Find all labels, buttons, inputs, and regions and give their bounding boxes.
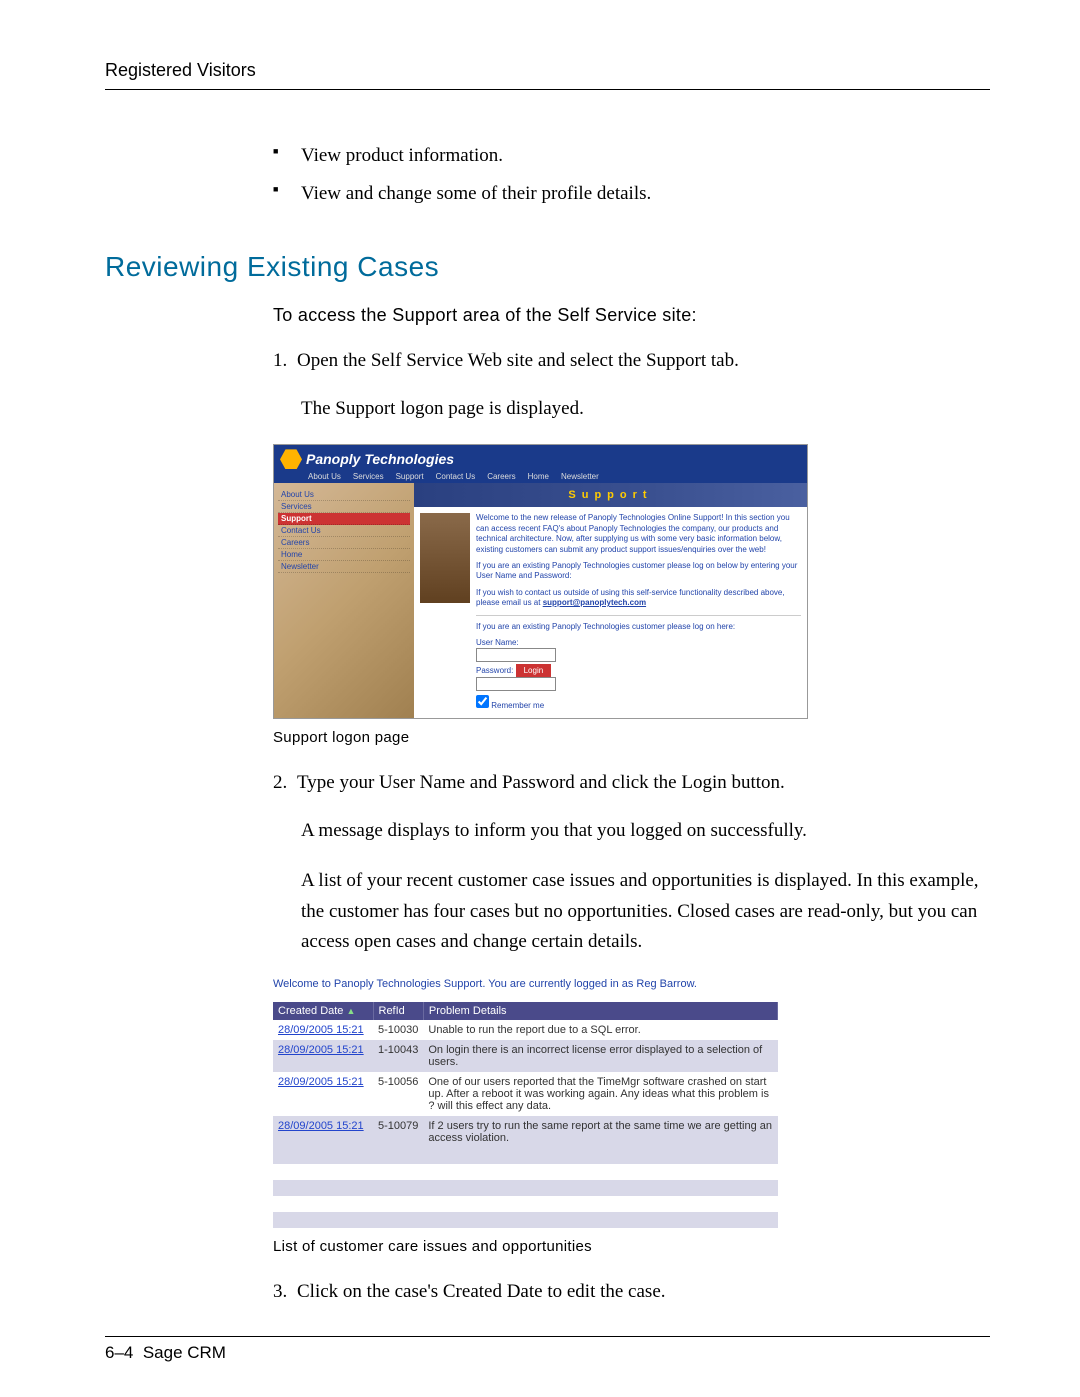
welcome-message: Welcome to Panoply Technologies Support.…: [273, 978, 778, 990]
table-row-empty: [273, 1164, 778, 1180]
step-2-sub1: A message displays to inform you that yo…: [301, 816, 980, 846]
case-date-link[interactable]: 28/09/2005 15:21: [278, 1076, 364, 1088]
page-header: Registered Visitors: [105, 60, 990, 81]
support-email-link[interactable]: support@panoplytech.com: [543, 598, 646, 607]
step-1-sub: The Support logon page is displayed.: [301, 394, 980, 424]
step-2: 2.Type your User Name and Password and c…: [273, 768, 980, 798]
table-row-empty: [273, 1180, 778, 1196]
sidebar: About Us Services Support Contact Us Car…: [274, 483, 414, 717]
step-text: Click on the case's Created Date to edit…: [297, 1281, 666, 1302]
step-number: 3.: [273, 1277, 297, 1307]
sidebar-item[interactable]: Contact Us: [278, 525, 410, 537]
top-nav: About Us Services Support Contact Us Car…: [308, 472, 801, 481]
section-title: Reviewing Existing Cases: [105, 251, 990, 283]
nav-item[interactable]: Contact Us: [436, 472, 476, 481]
contact-paragraph: If you wish to contact us outside of usi…: [476, 588, 801, 609]
case-problem: Unable to run the report due to a SQL er…: [423, 1020, 777, 1040]
support-banner: Support: [414, 483, 807, 507]
remember-label: Remember me: [491, 701, 544, 710]
login-here-text: If you are an existing Panoply Technolog…: [476, 622, 801, 632]
nav-item[interactable]: Home: [528, 472, 549, 481]
case-refid: 1-10043: [373, 1040, 423, 1072]
shot1-header: Panoply Technologies About Us Services S…: [274, 445, 807, 483]
page-footer: 6–4 Sage CRM: [105, 1343, 226, 1363]
welcome-paragraph: Welcome to the new release of Panoply Te…: [476, 513, 801, 555]
table-header-row: Created Date ▲ RefId Problem Details: [273, 1002, 778, 1020]
cases-table-screenshot: Welcome to Panoply Technologies Support.…: [273, 978, 778, 1228]
logo-icon: [280, 449, 302, 469]
nav-item[interactable]: About Us: [308, 472, 341, 481]
sidebar-item-support[interactable]: Support: [278, 513, 410, 525]
support-text: Welcome to the new release of Panoply Te…: [476, 513, 801, 711]
product-name: Sage CRM: [143, 1343, 226, 1362]
header-rule: [105, 89, 990, 90]
cases-table: Created Date ▲ RefId Problem Details 28/…: [273, 1002, 778, 1228]
password-label: Password:: [476, 666, 513, 675]
table-row-empty: [273, 1196, 778, 1212]
username-input[interactable]: [476, 648, 556, 662]
password-input[interactable]: [476, 677, 556, 691]
sidebar-item[interactable]: Services: [278, 501, 410, 513]
bullet-item: View and change some of their profile de…: [273, 178, 980, 210]
case-problem: One of our users reported that the TimeM…: [423, 1072, 777, 1116]
page-number: 6–4: [105, 1343, 133, 1362]
step-text: Open the Self Service Web site and selec…: [297, 350, 739, 371]
sort-arrow-icon: ▲: [347, 1006, 356, 1016]
case-refid: 5-10056: [373, 1072, 423, 1116]
step-number: 1.: [273, 346, 297, 376]
support-page-screenshot: Panoply Technologies About Us Services S…: [273, 444, 808, 718]
table-row: 28/09/2005 15:21 5-10056 One of our user…: [273, 1072, 778, 1116]
case-refid: 5-10030: [373, 1020, 423, 1040]
case-problem: On login there is an incorrect license e…: [423, 1040, 777, 1072]
step-text: Type your User Name and Password and cli…: [297, 772, 785, 793]
sidebar-item[interactable]: Home: [278, 549, 410, 561]
step-1: 1.Open the Self Service Web site and sel…: [273, 346, 980, 376]
shot1-main: Support Welcome to the new release of Pa…: [414, 483, 807, 717]
sidebar-item[interactable]: About Us: [278, 489, 410, 501]
caption-1: Support logon page: [273, 729, 980, 746]
login-form: User Name: Password: Login Remember me: [476, 638, 801, 712]
case-refid: 5-10079: [373, 1116, 423, 1148]
col-problem-details[interactable]: Problem Details: [423, 1002, 777, 1020]
table-row-empty: [273, 1148, 778, 1164]
bullet-item: View product information.: [273, 140, 980, 172]
main-content: View product information. View and chang…: [273, 140, 980, 211]
col-created-date[interactable]: Created Date ▲: [273, 1002, 373, 1020]
step-number: 2.: [273, 768, 297, 798]
case-date-link[interactable]: 28/09/2005 15:21: [278, 1120, 364, 1132]
company-name: Panoply Technologies: [306, 451, 454, 467]
table-row: 28/09/2005 15:21 5-10079 If 2 users try …: [273, 1116, 778, 1148]
case-date-link[interactable]: 28/09/2005 15:21: [278, 1024, 364, 1036]
username-label: User Name:: [476, 638, 519, 647]
sidebar-item[interactable]: Careers: [278, 537, 410, 549]
intro-text: To access the Support area of the Self S…: [273, 305, 980, 326]
step-3: 3.Click on the case's Created Date to ed…: [273, 1277, 980, 1307]
remember-checkbox[interactable]: [476, 695, 489, 708]
step-2-sub2: A list of your recent customer case issu…: [301, 866, 980, 957]
decorative-image: [420, 513, 470, 603]
bullet-list: View product information. View and chang…: [273, 140, 980, 211]
sidebar-item[interactable]: Newsletter: [278, 561, 410, 573]
case-date-link[interactable]: 28/09/2005 15:21: [278, 1044, 364, 1056]
table-row: 28/09/2005 15:21 1-10043 On login there …: [273, 1040, 778, 1072]
table-row: 28/09/2005 15:21 5-10030 Unable to run t…: [273, 1020, 778, 1040]
login-button[interactable]: Login: [516, 664, 552, 677]
table-row-empty: [273, 1212, 778, 1228]
footer-rule: [105, 1336, 990, 1337]
nav-item[interactable]: Careers: [487, 472, 515, 481]
caption-2: List of customer care issues and opportu…: [273, 1238, 980, 1255]
login-instruction: If you are an existing Panoply Technolog…: [476, 561, 801, 582]
nav-item[interactable]: Support: [396, 472, 424, 481]
case-problem: If 2 users try to run the same report at…: [423, 1116, 777, 1148]
nav-item[interactable]: Services: [353, 472, 384, 481]
nav-item[interactable]: Newsletter: [561, 472, 599, 481]
section-content: To access the Support area of the Self S…: [273, 305, 980, 1307]
col-refid[interactable]: RefId: [373, 1002, 423, 1020]
